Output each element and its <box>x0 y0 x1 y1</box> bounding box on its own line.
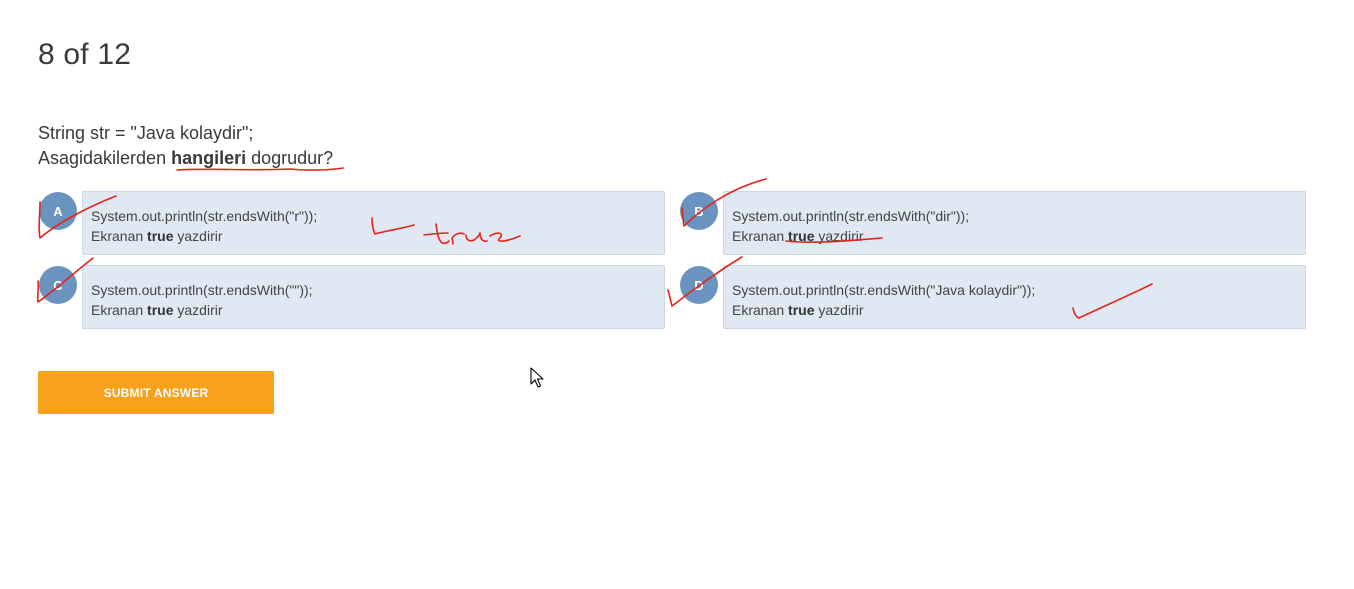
option-text-prefix: Ekranan <box>91 228 148 244</box>
option-text-bold: true <box>788 302 815 318</box>
option-text-bold: true <box>788 228 815 244</box>
option-badge-d[interactable]: D <box>680 266 718 304</box>
option-text-suffix: yazdirir <box>173 302 223 318</box>
answer-option-c[interactable]: System.out.println(str.endsWith("")); Ek… <box>82 265 665 329</box>
option-text-prefix: Ekranan <box>732 302 789 318</box>
question-emphasis: hangileri <box>171 148 247 168</box>
answer-option-b[interactable]: System.out.println(str.endsWith("dir"));… <box>723 191 1306 255</box>
option-code: System.out.println(str.endsWith("Java ko… <box>732 282 1036 298</box>
option-text: Ekranan true yazdirir <box>732 226 1305 246</box>
question-line-2: Asagidakilerden hangileri dogrudur? <box>38 146 333 171</box>
option-text-bold: true <box>147 302 174 318</box>
option-text-suffix: yazdirir <box>173 228 223 244</box>
option-text-prefix: Ekranan <box>732 228 789 244</box>
question-line-1: String str = "Java kolaydir"; <box>38 123 254 143</box>
option-text: Ekranan true yazdirir <box>732 300 1305 320</box>
quiz-page: 8 of 12 String str = "Java kolaydir"; As… <box>0 0 1354 589</box>
question-text: String str = "Java kolaydir"; Asagidakil… <box>38 121 333 171</box>
option-code: System.out.println(str.endsWith("r")); <box>91 208 318 224</box>
question-prefix: Asagidakilerden <box>38 148 172 168</box>
option-code: System.out.println(str.endsWith("")); <box>91 282 313 298</box>
option-badge-a[interactable]: A <box>39 192 77 230</box>
option-badge-c[interactable]: C <box>39 266 77 304</box>
option-text: Ekranan true yazdirir <box>91 300 664 320</box>
option-badge-b[interactable]: B <box>680 192 718 230</box>
option-text-suffix: yazdirir <box>814 228 864 244</box>
answer-option-a[interactable]: System.out.println(str.endsWith("r")); E… <box>82 191 665 255</box>
answer-option-d[interactable]: System.out.println(str.endsWith("Java ko… <box>723 265 1306 329</box>
option-code: System.out.println(str.endsWith("dir")); <box>732 208 970 224</box>
question-suffix: dogrudur? <box>246 148 334 168</box>
question-counter: 8 of 12 <box>38 38 132 71</box>
pointer-arrow-icon <box>530 367 544 388</box>
option-text-prefix: Ekranan <box>91 302 148 318</box>
option-text-suffix: yazdirir <box>814 302 864 318</box>
submit-answer-button[interactable]: SUBMIT ANSWER <box>38 371 274 414</box>
option-text-bold: true <box>147 228 174 244</box>
option-text: Ekranan true yazdirir <box>91 226 664 246</box>
